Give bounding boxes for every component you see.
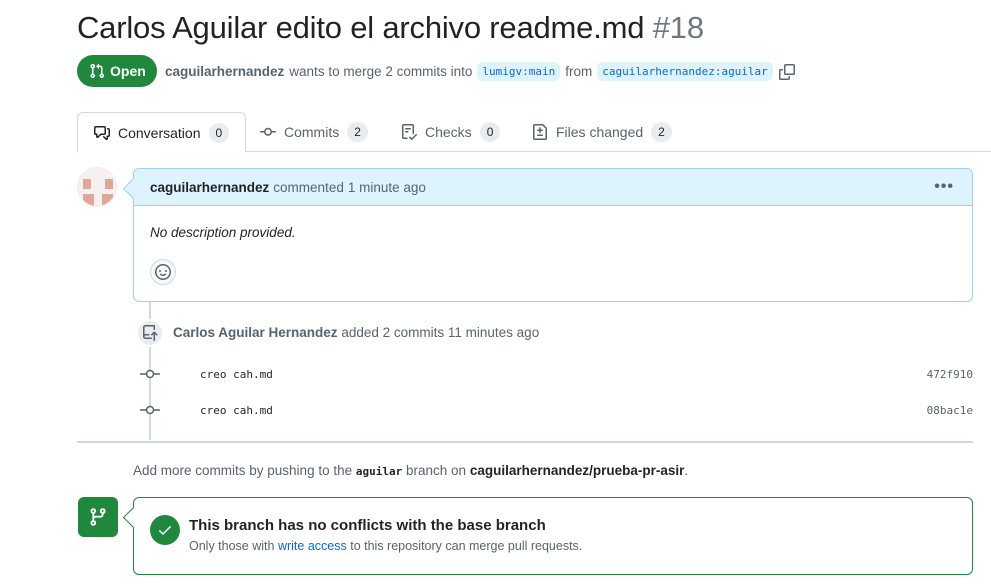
pr-from-text: from <box>565 64 593 79</box>
commit-row: creo cah.md 08bac1e <box>138 400 973 420</box>
tab-files-changed[interactable]: Files changed 2 <box>516 112 688 152</box>
timeline-divider <box>77 441 973 443</box>
merge-status-box: This branch has no conflicts with the ba… <box>133 497 973 575</box>
comment-box: caguilarhernandez commented 1 minute ago… <box>133 168 973 302</box>
pr-merge-text: wants to merge 2 commits into <box>289 64 473 79</box>
push-hint: Add more commits by pushing to the aguil… <box>133 463 688 478</box>
smiley-icon <box>155 264 171 280</box>
checklist-icon <box>402 124 417 140</box>
hint-prefix: Add more commits by pushing to the <box>133 463 353 478</box>
write-access-link[interactable]: write access <box>278 539 347 553</box>
push-author[interactable]: Carlos Aguilar Hernandez <box>173 325 338 340</box>
push-time[interactable]: 11 minutes ago <box>448 325 539 340</box>
commit-message[interactable]: creo cah.md <box>200 368 273 381</box>
pr-meta: caguilarhernandez wants to merge 2 commi… <box>165 62 795 81</box>
merge-sub-suffix: to this repository can merge pull reques… <box>350 539 583 553</box>
tab-label: Commits <box>284 124 340 140</box>
file-diff-icon <box>533 124 547 140</box>
hint-branch: aguilar <box>355 465 403 478</box>
tab-commits[interactable]: Commits 2 <box>244 112 384 152</box>
comment-header: caguilarhernandez commented 1 minute ago… <box>134 169 972 206</box>
commit-sha[interactable]: 08bac1e <box>927 404 973 417</box>
tab-label: Conversation <box>118 124 201 141</box>
comment-action: commented <box>273 179 344 195</box>
pr-state-label: Open <box>110 63 146 79</box>
hint-middle: branch on <box>406 463 467 478</box>
comment-discussion-icon <box>94 125 110 140</box>
head-branch-label[interactable]: caguilarhernandez:aguilar <box>597 62 773 81</box>
merge-status-title: This branch has no conflicts with the ba… <box>189 517 546 534</box>
git-commit-icon <box>140 369 160 379</box>
tab-counter: 0 <box>479 122 501 142</box>
merge-sub-prefix: Only those with <box>189 539 275 553</box>
push-action: added 2 commits <box>341 325 445 340</box>
pr-number: #18 <box>652 10 704 45</box>
tab-counter: 0 <box>208 122 230 143</box>
repo-push-icon <box>136 319 164 347</box>
tab-counter: 2 <box>347 122 368 142</box>
comment-time[interactable]: 1 minute ago <box>348 180 426 195</box>
base-branch-label[interactable]: lumigv:main <box>477 62 561 81</box>
hint-suffix: . <box>684 463 689 478</box>
git-merge-icon <box>78 497 118 537</box>
comment-author[interactable]: caguilarhernandez <box>150 180 269 195</box>
kebab-menu-icon[interactable]: ••• <box>934 178 954 196</box>
tab-checks[interactable]: Checks 0 <box>385 112 516 152</box>
commit-sha[interactable]: 472f910 <box>927 368 973 381</box>
copy-icon[interactable] <box>778 63 795 80</box>
hint-repo-link[interactable]: caguilarhernandez/prueba-pr-asir <box>470 463 685 478</box>
merge-status-subtitle: Only those with write access to this rep… <box>189 539 582 553</box>
tab-label: Checks <box>425 124 472 140</box>
add-reaction-button[interactable] <box>150 259 176 285</box>
pr-author-link[interactable]: caguilarhernandez <box>165 64 284 79</box>
tab-conversation[interactable]: Conversation 0 <box>77 112 247 153</box>
comment-body: No description provided. <box>150 225 296 240</box>
pr-tabs: Conversation 0 Commits 2 Checks 0 Files … <box>77 112 991 153</box>
git-commit-icon <box>260 127 276 136</box>
commit-row: creo cah.md 472f910 <box>138 364 973 384</box>
pr-title: Carlos Aguilar edito el archivo readme.m… <box>77 10 704 46</box>
avatar[interactable] <box>77 167 117 207</box>
pr-state-badge: Open <box>77 55 157 87</box>
git-pull-request-icon <box>90 63 105 79</box>
commit-message[interactable]: creo cah.md <box>200 404 273 417</box>
git-commit-icon <box>140 405 160 415</box>
push-event: Carlos Aguilar Hernandez added 2 commits… <box>173 325 539 340</box>
tab-counter: 2 <box>651 122 672 142</box>
tab-label: Files changed <box>556 124 644 140</box>
pr-title-text: Carlos Aguilar edito el archivo readme.m… <box>77 10 645 45</box>
check-circle-icon <box>150 515 180 545</box>
